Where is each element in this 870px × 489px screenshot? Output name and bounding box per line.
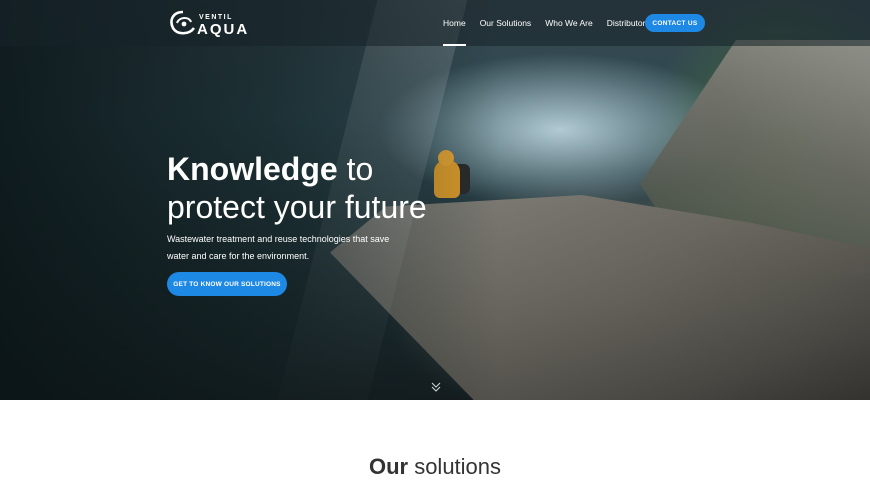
solutions-title-rest: solutions	[408, 454, 502, 479]
nav-item-who-we-are[interactable]: Who We Are	[545, 0, 593, 46]
solutions-title: Our solutions	[0, 454, 870, 480]
hero-title-rest: to	[337, 151, 374, 187]
chevron-down-icon[interactable]	[430, 380, 442, 392]
logo-text-big: AQUA	[197, 21, 250, 38]
nav-item-home[interactable]: Home	[443, 0, 466, 46]
hero-title: Knowledge to protect your future	[167, 150, 487, 226]
logo-text-small: VENTIL	[199, 14, 233, 21]
hero-subtitle: Wastewater treatment and reuse technolog…	[167, 234, 390, 261]
main-nav: Home Our Solutions Who We Are Distributo…	[443, 0, 664, 46]
solutions-title-strong: Our	[368, 454, 409, 479]
nav-item-distributors[interactable]: Distributors	[607, 0, 650, 46]
brand-logo[interactable]: VENTIL AQUA	[167, 8, 247, 40]
get-to-know-solutions-button[interactable]: GET TO KNOW OUR SOLUTIONS	[167, 272, 287, 296]
nav-item-our-solutions[interactable]: Our Solutions	[480, 0, 532, 46]
top-navbar: VENTIL AQUA Home Our Solutions Who We Ar…	[0, 0, 870, 46]
logo-swirl-icon	[170, 10, 196, 35]
hero-title-strong: Knowledge	[167, 151, 338, 187]
page: Knowledge to protect your future Wastewa…	[0, 0, 870, 489]
hero-title-line-2: protect your future	[167, 189, 427, 225]
contact-us-button[interactable]: CONTACT US	[645, 14, 705, 32]
hero-section: Knowledge to protect your future Wastewa…	[0, 0, 870, 400]
